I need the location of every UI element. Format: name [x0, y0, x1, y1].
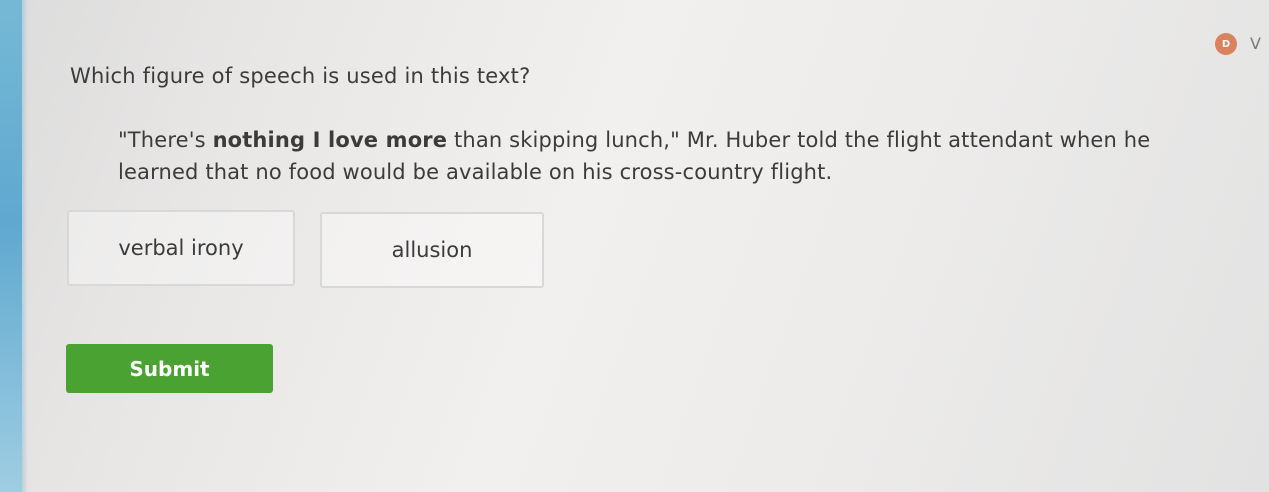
option-verbal-irony[interactable]: verbal irony — [67, 210, 295, 286]
top-right-controls: D V — [1215, 33, 1261, 55]
option-label: verbal irony — [118, 236, 244, 260]
left-edge-bar — [0, 0, 28, 492]
option-allusion[interactable]: allusion — [320, 212, 544, 288]
passage-text-start: "There's — [118, 128, 213, 152]
question-passage: "There's nothing I love more than skippi… — [118, 124, 1198, 188]
option-label: allusion — [391, 238, 473, 262]
chevron-down-icon[interactable]: V — [1250, 36, 1261, 52]
submit-button[interactable]: Submit — [66, 344, 273, 393]
passage-emphasis: nothing I love more — [212, 128, 448, 152]
user-badge-icon[interactable]: D — [1215, 33, 1237, 55]
question-prompt: Which figure of speech is used in this t… — [70, 64, 531, 88]
